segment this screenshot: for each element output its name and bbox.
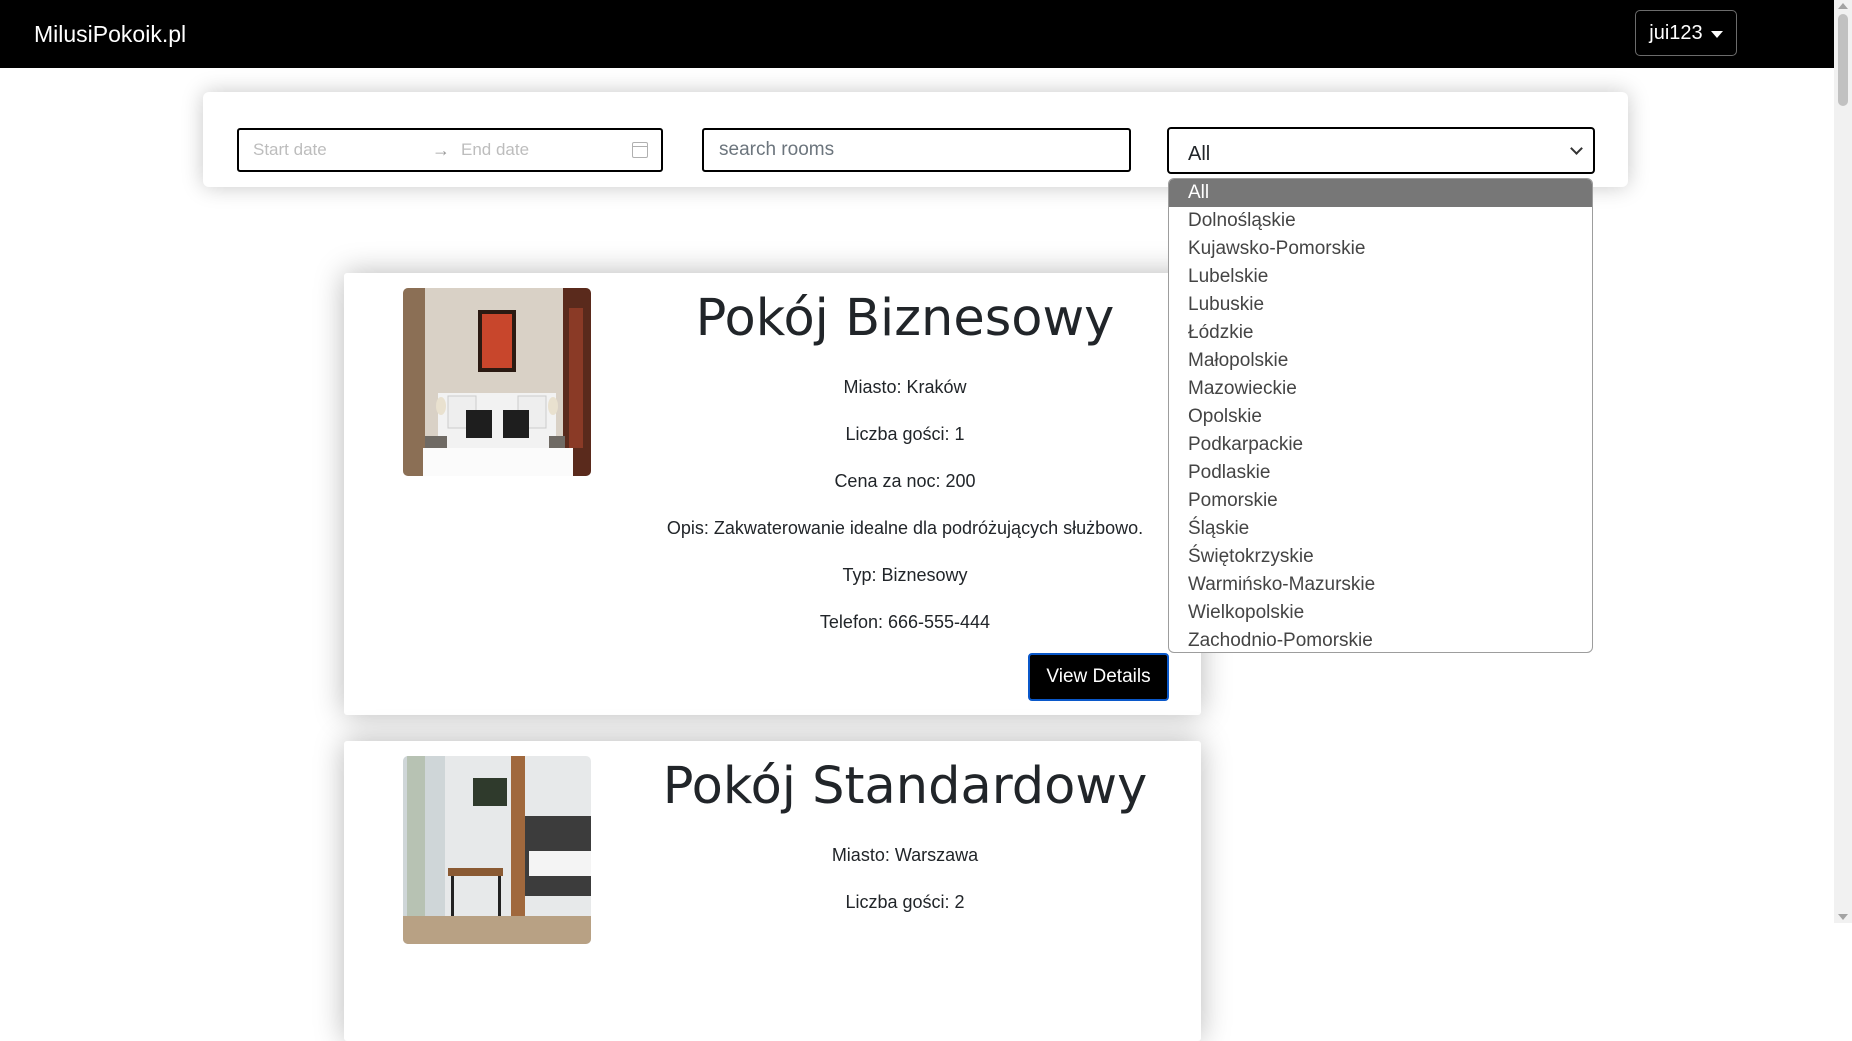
chevron-down-icon bbox=[1710, 30, 1723, 38]
region-option[interactable]: Śląskie bbox=[1169, 515, 1592, 543]
room-title: Pokój Standardowy bbox=[662, 757, 1148, 816]
region-option[interactable]: Warmińsko-Mazurskie bbox=[1169, 571, 1592, 599]
end-date-field[interactable]: End date bbox=[461, 140, 529, 160]
chevron-down-icon bbox=[1570, 142, 1583, 155]
region-select[interactable]: All bbox=[1167, 127, 1595, 174]
room-image bbox=[403, 756, 591, 944]
user-menu-button[interactable]: jui123 bbox=[1635, 10, 1737, 56]
region-option[interactable]: Kujawsko-Pomorskie bbox=[1169, 235, 1592, 263]
region-option[interactable]: All bbox=[1169, 179, 1592, 207]
room-card: Pokój Biznesowy Miasto: Kraków Liczba go… bbox=[344, 273, 1201, 715]
brand-logo[interactable]: MilusiPokoik.pl bbox=[34, 0, 186, 68]
room-type: Typ: Biznesowy bbox=[842, 565, 968, 585]
scrollbar-thumb[interactable] bbox=[1838, 14, 1848, 106]
region-select-value: All bbox=[1188, 143, 1211, 165]
region-dropdown-list[interactable]: All Dolnośląskie Kujawsko-Pomorskie Lubelsk… bbox=[1168, 178, 1593, 653]
room-card: Pokój Standardowy Miasto: Warszawa Liczb… bbox=[344, 741, 1201, 1041]
region-option[interactable]: Świętokrzyskie bbox=[1169, 543, 1592, 571]
room-description: Opis: Zakwaterowanie idealne dla podróżu… bbox=[666, 518, 1144, 538]
room-guests: Liczba gości: 2 bbox=[845, 892, 965, 912]
room-city: Miasto: Kraków bbox=[843, 377, 967, 397]
view-details-button[interactable]: View Details bbox=[1028, 653, 1169, 701]
user-menu-label: jui123 bbox=[1649, 21, 1703, 44]
room-image bbox=[403, 288, 591, 476]
region-option[interactable]: Opolskie bbox=[1169, 403, 1592, 431]
room-city: Miasto: Warszawa bbox=[831, 845, 979, 865]
arrow-right-icon: → bbox=[432, 139, 450, 160]
region-option[interactable]: Lubuskie bbox=[1169, 291, 1592, 319]
scroll-down-icon[interactable] bbox=[1838, 914, 1848, 920]
search-input[interactable]: search rooms bbox=[702, 128, 1131, 172]
region-option[interactable]: Pomorskie bbox=[1169, 487, 1592, 515]
top-navbar: MilusiPokoik.pl jui123 bbox=[0, 0, 1834, 68]
start-date-field[interactable]: Start date bbox=[253, 140, 327, 160]
region-option[interactable]: Podkarpackie bbox=[1169, 431, 1592, 459]
calendar-icon[interactable] bbox=[632, 142, 648, 158]
region-option[interactable]: Małopolskie bbox=[1169, 347, 1592, 375]
region-option[interactable]: Łódzkie bbox=[1169, 319, 1592, 347]
room-title: Pokój Biznesowy bbox=[695, 289, 1115, 348]
region-option[interactable]: Wielkopolskie bbox=[1169, 599, 1592, 627]
region-option[interactable]: Podlaskie bbox=[1169, 459, 1592, 487]
date-range-picker[interactable]: Start date → End date bbox=[237, 128, 663, 172]
region-option[interactable]: Dolnośląskie bbox=[1169, 207, 1592, 235]
region-option[interactable]: Lubelskie bbox=[1169, 263, 1592, 291]
page-scrollbar[interactable] bbox=[1834, 0, 1852, 923]
region-option[interactable]: Mazowieckie bbox=[1169, 375, 1592, 403]
room-price: Cena za noc: 200 bbox=[834, 471, 976, 491]
room-info: Pokój Biznesowy Miasto: Kraków Liczba go… bbox=[644, 273, 1166, 646]
region-option[interactable]: Zachodnio-Pomorskie bbox=[1169, 627, 1592, 652]
room-guests: Liczba gości: 1 bbox=[845, 424, 965, 444]
scroll-up-icon[interactable] bbox=[1838, 3, 1848, 9]
room-info: Pokój Standardowy Miasto: Warszawa Liczb… bbox=[644, 741, 1166, 926]
search-panel: Start date → End date search rooms All bbox=[203, 92, 1628, 187]
room-phone: Telefon: 666-555-444 bbox=[819, 612, 991, 632]
